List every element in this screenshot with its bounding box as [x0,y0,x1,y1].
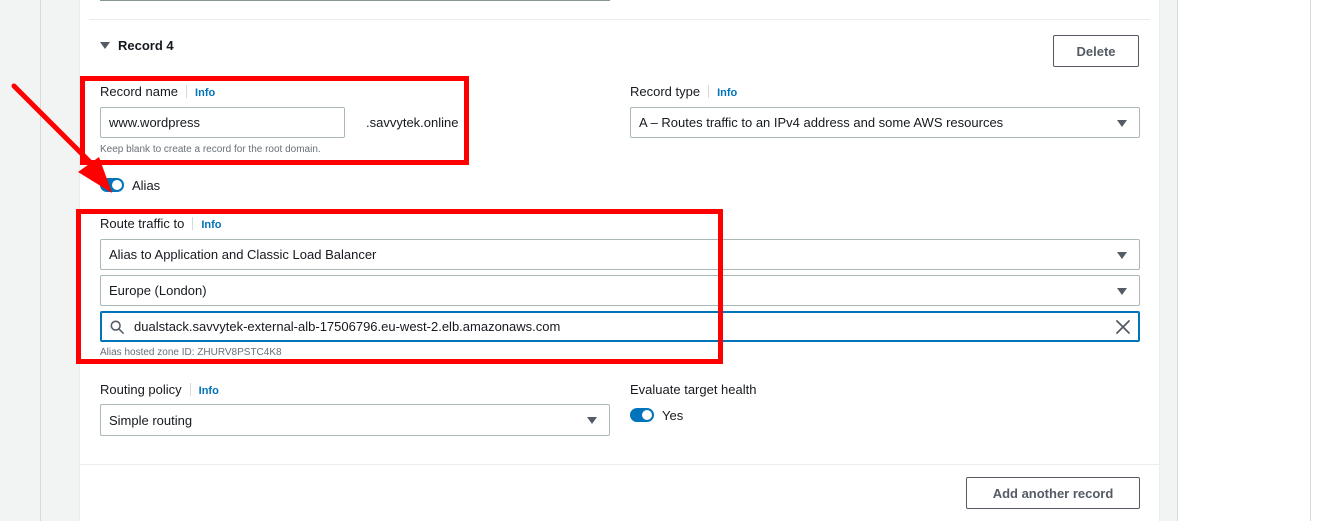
toggle-knob [112,180,122,190]
evaluate-health-toggle[interactable] [630,408,654,422]
routing-policy-info-link[interactable]: Info [199,385,219,397]
record-type-select[interactable]: A – Routes traffic to an IPv4 address an… [630,107,1140,138]
alias-toggle[interactable] [100,178,124,192]
clear-icon[interactable] [1115,319,1131,335]
record-header-toggle[interactable]: Record 4 [100,38,174,53]
alias-label: Alias [132,178,161,193]
caret-down-icon [100,42,110,49]
routing-policy-select[interactable]: Simple routing [100,404,610,436]
routing-policy-label: Routing policy [100,382,182,397]
separator [708,85,710,98]
left-gutter [0,0,40,521]
caret-down-icon [1117,287,1127,295]
evaluate-health-label: Evaluate target health [630,382,757,397]
toggle-knob [642,410,652,420]
divider [89,19,1150,20]
annotation-box-record-name [80,76,469,165]
caret-down-icon [1117,119,1127,127]
delete-record-button[interactable]: Delete [1053,35,1139,67]
caret-down-icon [587,417,597,424]
caret-down-icon [1117,251,1127,259]
divider [80,464,1159,465]
routing-policy-label-row: Routing policy Info [100,382,219,397]
routing-policy-value: Simple routing [109,412,193,428]
route53-create-record-page: Record 4 Delete Record name Info www.wor… [0,0,1323,521]
add-another-record-button[interactable]: Add another record [966,477,1140,509]
previous-record-field-edge [100,0,610,1]
right-side-panel [1178,0,1323,521]
record-type-label: Record type [630,84,701,99]
record-type-info-link[interactable]: Info [717,87,737,99]
evaluate-health-yes-label: Yes [662,408,684,423]
record-type-label-row: Record type Info [630,84,737,99]
scrollbar-track[interactable] [1310,0,1311,521]
separator [189,383,191,396]
record-type-value: A – Routes traffic to an IPv4 address an… [639,115,1004,130]
record-title: Record 4 [118,38,174,53]
annotation-box-route-traffic [76,209,723,364]
